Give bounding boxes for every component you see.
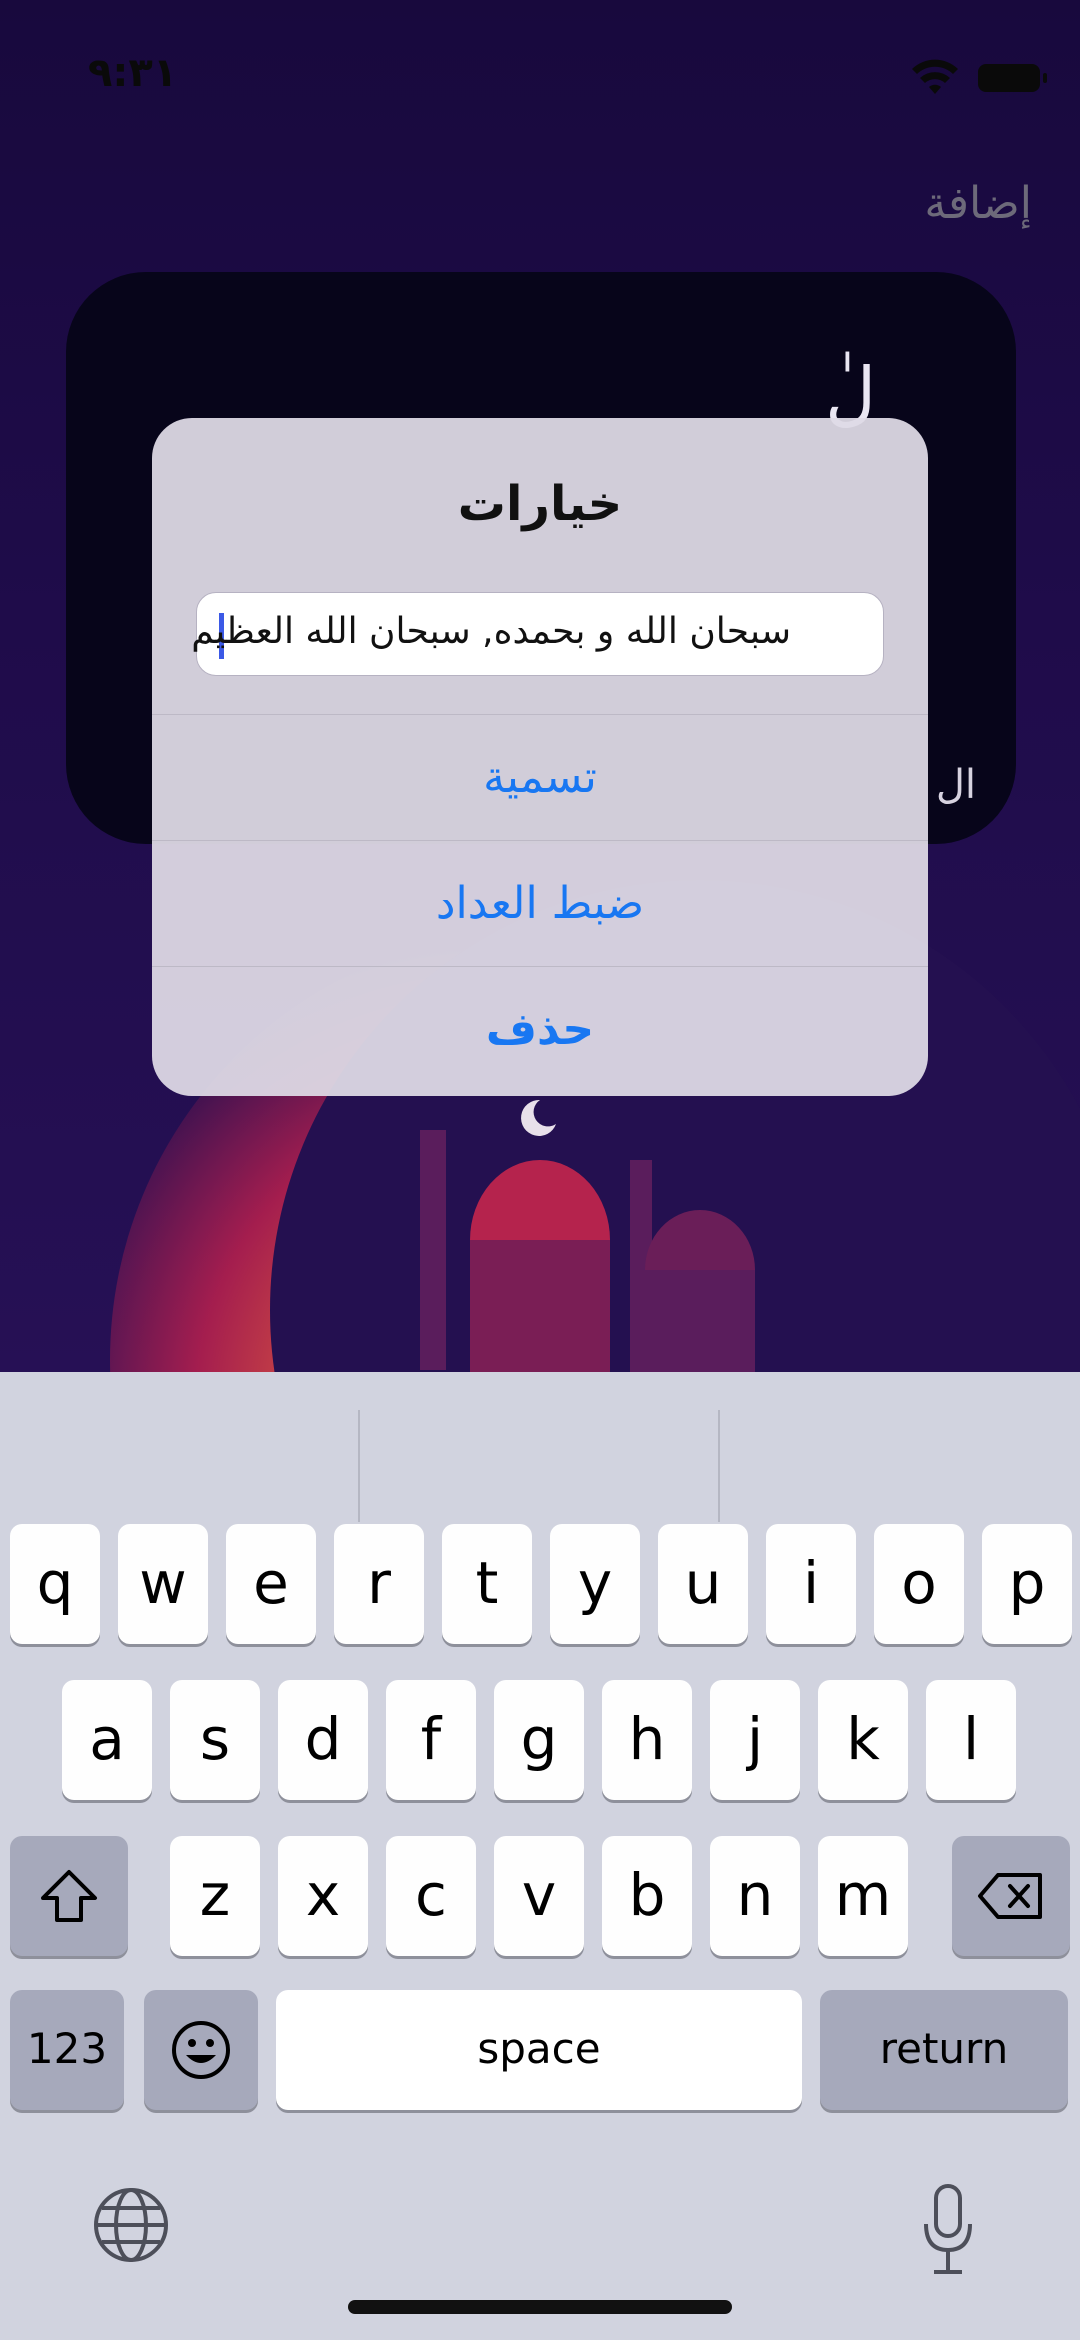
name-input-value: سبحان الله و بحمده, سبحان الله العظيم <box>191 611 791 652</box>
backspace-key[interactable] <box>952 1836 1070 1956</box>
key-j[interactable]: j <box>710 1680 800 1800</box>
key-u[interactable]: u <box>658 1524 748 1644</box>
key-m[interactable]: m <box>818 1836 908 1956</box>
key-h[interactable]: h <box>602 1680 692 1800</box>
key-w[interactable]: w <box>118 1524 208 1644</box>
key-k[interactable]: k <box>818 1680 908 1800</box>
key-l[interactable]: l <box>926 1680 1016 1800</box>
name-input[interactable]: سبحان الله و بحمده, سبحان الله العظيم <box>191 592 884 676</box>
options-alert: خيارات سبحان الله و بحمده, سبحان الله ال… <box>152 418 928 1096</box>
key-p[interactable]: p <box>982 1524 1072 1644</box>
home-indicator[interactable] <box>348 2300 732 2314</box>
numbers-key[interactable]: 123 <box>10 1990 124 2110</box>
microphone-icon[interactable] <box>918 2180 978 2280</box>
key-a[interactable]: a <box>62 1680 152 1800</box>
key-i[interactable]: i <box>766 1524 856 1644</box>
alert-title: خيارات <box>457 476 623 532</box>
status-bar: ٩:٣١ <box>0 50 1080 110</box>
key-f[interactable]: f <box>386 1680 476 1800</box>
card-side-text: ال <box>935 762 976 808</box>
globe-icon[interactable] <box>92 2186 170 2264</box>
key-r[interactable]: r <box>334 1524 424 1644</box>
key-t[interactable]: t <box>442 1524 532 1644</box>
key-d[interactable]: d <box>278 1680 368 1800</box>
key-g[interactable]: g <box>494 1680 584 1800</box>
key-o[interactable]: o <box>874 1524 964 1644</box>
shift-icon <box>41 1870 97 1922</box>
space-key[interactable]: space <box>276 1990 802 2110</box>
rename-button[interactable]: تسمية <box>152 714 928 841</box>
reset-counter-button[interactable]: ضبط العداد <box>152 840 928 967</box>
key-y[interactable]: y <box>550 1524 640 1644</box>
key-n[interactable]: n <box>710 1836 800 1956</box>
add-button[interactable]: إضافة <box>924 178 1032 229</box>
suggestion-divider <box>358 1410 360 1522</box>
key-s[interactable]: s <box>170 1680 260 1800</box>
suggestion-divider <box>718 1410 720 1522</box>
key-x[interactable]: x <box>278 1836 368 1956</box>
delete-button[interactable]: حذف <box>152 966 928 1093</box>
key-v[interactable]: v <box>494 1836 584 1956</box>
return-key[interactable]: return <box>820 1990 1068 2110</box>
backspace-icon <box>978 1873 1042 1919</box>
battery-icon <box>978 64 1047 92</box>
wifi-icon <box>912 59 958 94</box>
key-c[interactable]: c <box>386 1836 476 1956</box>
status-time: ٩:٣١ <box>88 50 178 96</box>
key-q[interactable]: q <box>10 1524 100 1644</box>
shift-key[interactable] <box>10 1836 128 1956</box>
emoji-key[interactable] <box>144 1990 258 2110</box>
key-z[interactable]: z <box>170 1836 260 1956</box>
key-e[interactable]: e <box>226 1524 316 1644</box>
emoji-icon <box>172 2021 230 2079</box>
key-b[interactable]: b <box>602 1836 692 1956</box>
